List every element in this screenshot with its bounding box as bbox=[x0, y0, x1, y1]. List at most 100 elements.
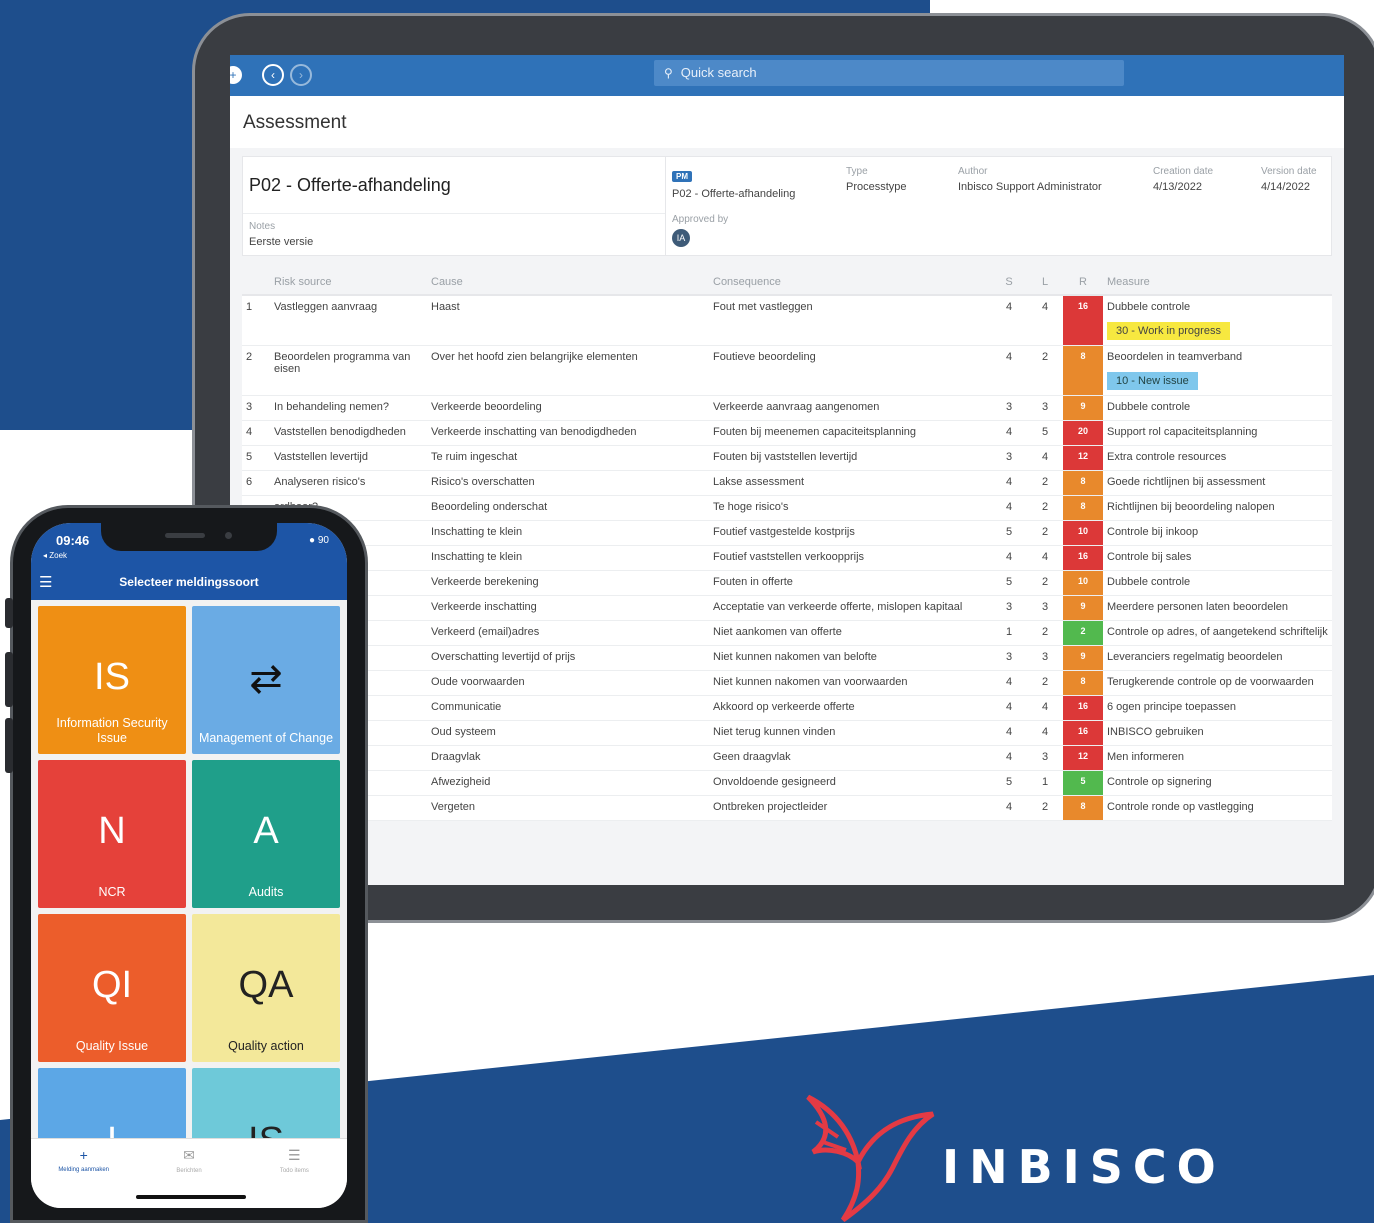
severity-cell-text: 4 bbox=[1005, 351, 1013, 363]
likelihood-cell: 2 bbox=[1027, 495, 1063, 521]
row-number: 4 bbox=[242, 420, 270, 446]
risk-score-cell-text: 8 bbox=[1080, 351, 1086, 361]
status-badge[interactable]: 10 - New issue bbox=[1107, 372, 1198, 390]
table-row[interactable]: Communicatie Akkoord op verkeerde offerte… bbox=[242, 695, 1332, 721]
tile-ncr[interactable]: N NCR bbox=[38, 760, 186, 908]
severity-cell: 4 bbox=[991, 495, 1027, 521]
table-row[interactable]: anvraagDraagvlakGeen draagvlak4312Men in… bbox=[242, 745, 1332, 771]
cause-cell-text: Inschatting te klein bbox=[431, 526, 523, 538]
tile-partial-2[interactable]: IS bbox=[192, 1068, 340, 1140]
home-indicator[interactable] bbox=[136, 1195, 246, 1199]
table-row[interactable]: 1 Vastleggen aanvraag Haast Fout met vastle… bbox=[242, 295, 1332, 346]
consequence-cell: Onvoldoende gesigneerd bbox=[709, 770, 991, 796]
severity-cell-text: 5 bbox=[1005, 526, 1013, 538]
phone-screen: 09:46 ◂ Zoek ● 90 ☰ Selecteer meldingsso… bbox=[31, 523, 347, 1208]
likelihood-cell: 2 bbox=[1027, 470, 1063, 496]
risk-source-cell: Analyseren risico's bbox=[270, 470, 427, 496]
back-button[interactable]: ‹ bbox=[262, 64, 284, 86]
process-name[interactable]: P02 - Offerte-afhandeling bbox=[672, 188, 795, 200]
table-row[interactable]: aar klantVerkeerd (email)adresNiet aanko… bbox=[242, 620, 1332, 646]
tile-audits[interactable]: A Audits bbox=[192, 760, 340, 908]
consequence-cell: Niet aankomen van offerte bbox=[709, 620, 991, 646]
risk-source-cell-text: Vaststellen levertijd bbox=[274, 451, 368, 463]
col-s[interactable]: S bbox=[991, 270, 1027, 296]
likelihood-cell: 4 bbox=[1027, 545, 1063, 571]
cause-cell-text: Oud systeem bbox=[431, 726, 496, 738]
cause-cell-text: Overschatting levertijd of prijs bbox=[431, 651, 576, 663]
likelihood-cell: 2 bbox=[1027, 795, 1063, 821]
severity-cell-text: 5 bbox=[1005, 776, 1013, 788]
risk-score-cell: 5 bbox=[1063, 770, 1103, 796]
measure-cell-text: Terugkerende controle op de voorwaarden bbox=[1107, 676, 1314, 688]
col-consequence[interactable]: Consequence bbox=[709, 270, 991, 296]
measure-cell: Meerdere personen laten beoordelen bbox=[1103, 595, 1332, 621]
measure-cell-text: Dubbele controle bbox=[1107, 401, 1191, 413]
col-l[interactable]: L bbox=[1027, 270, 1063, 296]
nav-todo[interactable]: ☰ Todo items bbox=[242, 1139, 347, 1208]
cause-cell: Verkeerde inschatting bbox=[427, 595, 709, 621]
tile-label: Audits bbox=[248, 885, 284, 899]
measure-cell: Leveranciers regelmatig beoordelen bbox=[1103, 645, 1332, 671]
risk-source-cell-text: Analyseren risico's bbox=[274, 476, 366, 488]
measure-cell-text: Richtlijnen bij beoordeling nalopen bbox=[1107, 501, 1275, 513]
tile-label: Quality action bbox=[228, 1039, 304, 1053]
col-risk-source[interactable]: Risk source bbox=[270, 270, 427, 296]
col-r[interactable]: R bbox=[1063, 270, 1103, 296]
tile-label: NCR bbox=[98, 885, 126, 899]
table-row[interactable]: 2 Beoordelen programma van eisen Over het … bbox=[242, 345, 1332, 396]
table-row[interactable]: eggenVerkeerde berekeningFouten in offer… bbox=[242, 570, 1332, 596]
status-badge[interactable]: 30 - Work in progress bbox=[1107, 322, 1230, 340]
table-row[interactable]: oprijsInschatting te kleinFoutief vastst… bbox=[242, 545, 1332, 571]
type-label: Type bbox=[846, 166, 868, 177]
tile-quality-issue[interactable]: QI Quality Issue bbox=[38, 914, 186, 1062]
table-row[interactable]: rigeOude voorwaardenNiet kunnen nakomen … bbox=[242, 670, 1332, 696]
row-number: 5 bbox=[242, 445, 270, 471]
search-placeholder: Quick search bbox=[680, 65, 757, 80]
nav-new-report[interactable]: + Melding aanmaken bbox=[31, 1139, 136, 1208]
risk-score-cell: 16 bbox=[1063, 720, 1103, 746]
tile-label: Quality Issue bbox=[75, 1039, 149, 1053]
cause-cell-text: Verkeerde beoordeling bbox=[431, 401, 542, 413]
tile-quality-action[interactable]: QA Quality action bbox=[192, 914, 340, 1062]
severity-cell-text: 4 bbox=[1005, 501, 1013, 513]
creation-date-label: Creation date bbox=[1153, 166, 1214, 177]
cause-cell-text: Inschatting te klein bbox=[431, 551, 523, 563]
table-row[interactable]: 6 Analyseren risico's Risico's overschatte… bbox=[242, 470, 1332, 496]
measure-cell-text: Support rol capaciteitsplanning bbox=[1107, 426, 1258, 438]
forward-button[interactable]: › bbox=[290, 64, 312, 86]
cause-cell-text: Te ruim ingeschat bbox=[431, 451, 518, 463]
likelihood-cell: 3 bbox=[1027, 595, 1063, 621]
consequence-cell: Geen draagvlak bbox=[709, 745, 991, 771]
cause-cell: Oud systeem bbox=[427, 720, 709, 746]
tile-partial-1[interactable]: I bbox=[38, 1068, 186, 1140]
table-row[interactable]: s/levertijdOverschatting levertijd of pr… bbox=[242, 645, 1332, 671]
table-row[interactable]: Oud systeem Niet terug kunnen vinden 4 4 16 I… bbox=[242, 720, 1332, 746]
likelihood-cell-text: 3 bbox=[1041, 601, 1049, 613]
col-cause[interactable]: Cause bbox=[427, 270, 709, 296]
table-row[interactable]: 4 Vaststellen benodigdheden Verkeerde insc… bbox=[242, 420, 1332, 446]
measure-cell: Dubbele controle bbox=[1103, 570, 1332, 596]
table-row[interactable]: Verkeerde inschatting Acceptatie van verk… bbox=[242, 595, 1332, 621]
table-row[interactable]: 3 In behandeling nemen? Verkeerde beoordel… bbox=[242, 395, 1332, 421]
consequence-cell-text: Fouten in offerte bbox=[713, 576, 793, 588]
inbisco-bird-logo bbox=[806, 1094, 935, 1222]
col-measure[interactable]: Measure bbox=[1103, 270, 1332, 296]
table-row[interactable]: 5 Vaststellen levertijd Te ruim ingeschat F… bbox=[242, 445, 1332, 471]
table-row[interactable]: isInschatting te kleinFoutief vastgestel… bbox=[242, 520, 1332, 546]
risk-score-cell: 16 bbox=[1063, 295, 1103, 346]
table-row[interactable]: reenkomstAfwezigheidOnvoldoende gesignee… bbox=[242, 770, 1332, 796]
measure-cell: 6 ogen principe toepassen bbox=[1103, 695, 1332, 721]
risk-source-cell-text: Vaststellen benodigdheden bbox=[274, 426, 406, 438]
back-to-search-link[interactable]: ◂ Zoek bbox=[43, 551, 67, 560]
tile-management-of-change[interactable]: ⇄ Management of Change bbox=[192, 606, 340, 754]
severity-cell: 4 bbox=[991, 470, 1027, 496]
measure-cell-text: 6 ogen principe toepassen bbox=[1107, 701, 1237, 713]
table-row[interactable]: ardbaar?Beoordeling onderschatTe hoge ri… bbox=[242, 495, 1332, 521]
table-row[interactable]: eiderVergetenOntbreken projectleider428C… bbox=[242, 795, 1332, 821]
risk-score-cell: 9 bbox=[1063, 395, 1103, 421]
menu-toggle-icon[interactable]: + bbox=[230, 66, 242, 84]
quick-search-input[interactable]: ⚲ Quick search bbox=[654, 60, 1124, 86]
risk-source-cell: Vastleggen aanvraag bbox=[270, 295, 427, 346]
cause-cell: Vergeten bbox=[427, 795, 709, 821]
tile-information-security[interactable]: IS Information Security Issue bbox=[38, 606, 186, 754]
